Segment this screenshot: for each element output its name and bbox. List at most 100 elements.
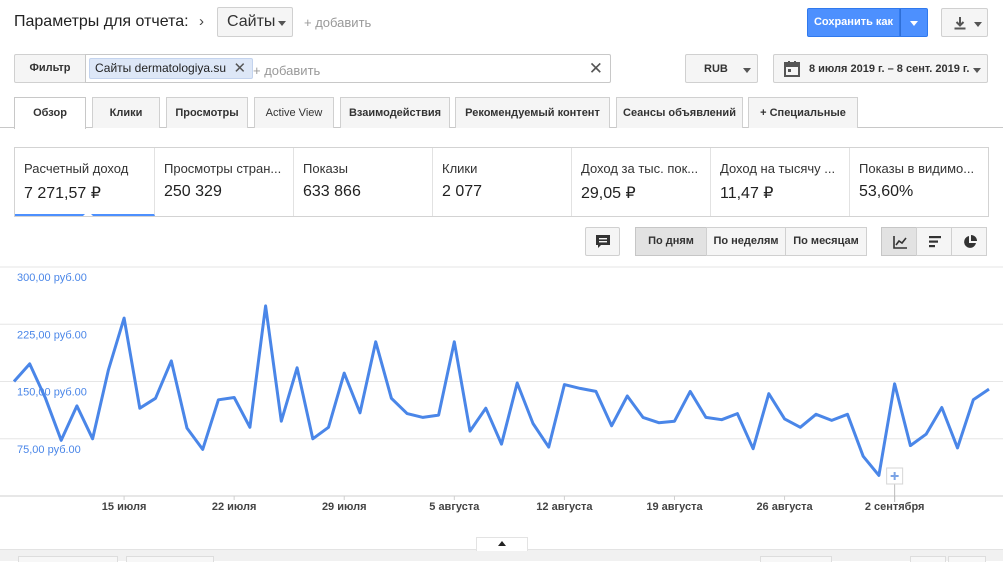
collapse-chart-handle[interactable] — [476, 537, 528, 551]
data-point[interactable] — [530, 420, 536, 426]
tab-clicks[interactable]: Клики — [92, 97, 160, 128]
period-monthly-button[interactable]: По месяцам — [785, 227, 867, 256]
data-point[interactable] — [357, 410, 363, 416]
data-point[interactable] — [546, 444, 552, 450]
sites-dimension-dropdown[interactable]: Сайты — [217, 7, 293, 37]
data-point[interactable] — [593, 388, 599, 394]
data-point[interactable] — [970, 397, 976, 403]
data-point[interactable] — [766, 391, 772, 397]
data-point[interactable] — [231, 395, 237, 401]
add-dimension-link[interactable]: + добавить — [304, 15, 371, 30]
currency-dropdown[interactable]: RUB — [685, 54, 758, 83]
data-point[interactable] — [278, 418, 284, 424]
data-point[interactable] — [813, 411, 819, 417]
data-point[interactable] — [373, 339, 379, 345]
period-daily-button[interactable]: По дням — [635, 227, 707, 256]
data-point[interactable] — [263, 303, 269, 309]
data-point[interactable] — [184, 425, 190, 431]
data-point[interactable] — [451, 339, 457, 345]
data-point[interactable] — [42, 395, 48, 401]
data-point[interactable] — [499, 441, 505, 447]
data-point[interactable] — [797, 424, 803, 430]
data-point[interactable] — [27, 361, 33, 367]
data-point[interactable] — [294, 365, 300, 371]
data-point[interactable] — [609, 423, 615, 429]
download-button[interactable] — [941, 8, 988, 37]
data-point[interactable] — [782, 416, 788, 422]
data-point[interactable] — [687, 388, 693, 394]
pie-chart-button[interactable] — [951, 227, 987, 256]
metric-impressions[interactable]: Показы 633 866 — [294, 148, 433, 216]
data-point[interactable] — [105, 367, 111, 373]
data-point[interactable] — [561, 382, 567, 388]
bar-chart-button[interactable] — [916, 227, 952, 256]
data-point[interactable] — [703, 414, 709, 420]
metric-impression-rpm[interactable]: Доход на тысячу ... 11,47 ₽ — [711, 148, 850, 216]
data-point[interactable] — [90, 436, 96, 442]
remove-chip-icon[interactable]: ✕ — [233, 59, 246, 78]
data-point[interactable] — [137, 405, 143, 411]
filter-input-box[interactable]: Сайты dermatologiya.su ✕ + добавить ✕ — [85, 54, 611, 83]
data-point[interactable] — [640, 414, 646, 420]
data-point[interactable] — [74, 403, 80, 409]
filter-chip[interactable]: Сайты dermatologiya.su ✕ — [89, 58, 254, 79]
save-options-caret-button[interactable] — [900, 8, 928, 37]
metric-page-rpm[interactable]: Доход за тыс. пок... 29,05 ₽ — [572, 148, 711, 216]
data-point[interactable] — [939, 404, 945, 410]
metric-clicks[interactable]: Клики 2 077 — [433, 148, 572, 216]
data-point[interactable] — [121, 315, 127, 321]
table-control-stub[interactable] — [760, 556, 832, 562]
data-point[interactable] — [719, 417, 725, 423]
tab-active-view[interactable]: Active View — [254, 97, 334, 128]
data-point[interactable] — [467, 428, 473, 434]
data-point[interactable] — [734, 411, 740, 417]
data-point[interactable] — [247, 424, 253, 430]
table-control-stub[interactable] — [910, 556, 946, 562]
data-point[interactable] — [215, 397, 221, 403]
data-point[interactable] — [656, 420, 662, 426]
data-point[interactable] — [514, 380, 520, 386]
data-point[interactable] — [168, 358, 174, 364]
data-point[interactable] — [955, 445, 961, 451]
tab-recommended-content[interactable]: Рекомендуемый контент — [455, 97, 610, 128]
data-point[interactable] — [420, 414, 426, 420]
data-point[interactable] — [892, 381, 898, 387]
data-point[interactable] — [388, 395, 394, 401]
data-point[interactable] — [577, 385, 583, 391]
tab-overview[interactable]: Обзор — [14, 97, 86, 129]
data-point[interactable] — [436, 412, 442, 418]
data-point[interactable] — [58, 437, 64, 443]
data-point[interactable] — [153, 395, 159, 401]
tab-custom[interactable]: + Специальные — [748, 97, 858, 128]
data-point[interactable] — [310, 436, 316, 442]
data-point[interactable] — [671, 418, 677, 424]
data-point[interactable] — [341, 370, 347, 376]
data-point[interactable] — [844, 411, 850, 417]
data-point[interactable] — [986, 386, 992, 392]
table-control-stub[interactable] — [18, 556, 118, 562]
tab-ad-sessions[interactable]: Сеансы объявлений — [616, 97, 743, 128]
metric-active-view-viewable[interactable]: Показы в видимо... 53,60% — [850, 148, 988, 216]
data-point[interactable] — [860, 453, 866, 459]
tab-pageviews[interactable]: Просмотры — [166, 97, 248, 128]
tab-interactions[interactable]: Взаимодействия — [340, 97, 450, 128]
data-point[interactable] — [404, 411, 410, 417]
data-point[interactable] — [876, 472, 882, 478]
clear-filter-icon[interactable]: ✕ — [589, 59, 603, 79]
line-chart-button[interactable] — [881, 227, 917, 256]
data-point[interactable] — [829, 417, 835, 423]
data-point[interactable] — [483, 405, 489, 411]
save-as-button[interactable]: Сохранить как — [807, 8, 900, 37]
metric-estimated-earnings[interactable]: Расчетный доход 7 271,57 ₽ — [15, 148, 155, 216]
data-point[interactable] — [907, 443, 913, 449]
annotations-button[interactable] — [585, 227, 620, 256]
filter-add-placeholder[interactable]: + добавить — [253, 63, 320, 78]
filter-button[interactable]: Фильтр — [14, 54, 86, 83]
table-control-stub[interactable] — [948, 556, 986, 562]
metric-page-views[interactable]: Просмотры стран... 250 329 — [155, 148, 294, 216]
data-point[interactable] — [200, 446, 206, 452]
data-point[interactable] — [11, 379, 17, 385]
data-point[interactable] — [923, 431, 929, 437]
data-point[interactable] — [750, 446, 756, 452]
table-control-stub[interactable] — [126, 556, 214, 562]
